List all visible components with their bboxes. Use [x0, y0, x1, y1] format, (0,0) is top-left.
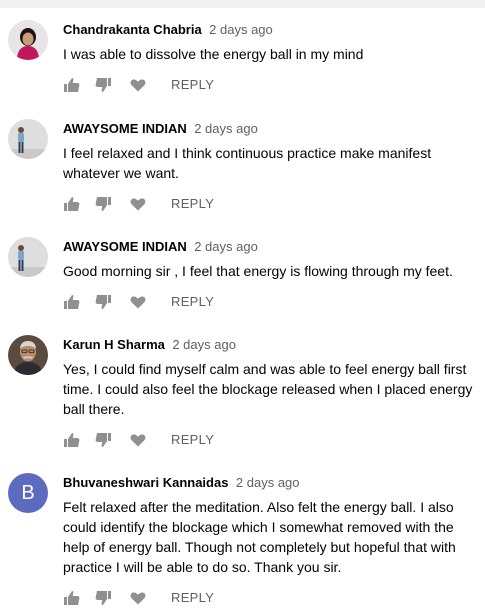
- thumbs-down-icon[interactable]: [94, 589, 112, 607]
- comment-author[interactable]: Bhuvaneshwari Kannaidas: [63, 475, 228, 490]
- comment-actions: REPLY: [63, 589, 363, 607]
- thumbs-up-icon[interactable]: [63, 76, 81, 94]
- thumbs-up-icon[interactable]: [63, 589, 81, 607]
- comment-actions: REPLY: [63, 195, 363, 213]
- thumbs-down-icon[interactable]: [94, 431, 112, 449]
- comment-author[interactable]: AWAYSOME INDIAN: [63, 121, 187, 136]
- comment-time[interactable]: 2 days ago: [236, 475, 300, 490]
- avatar[interactable]: [8, 20, 48, 60]
- reply-button[interactable]: REPLY: [171, 294, 214, 309]
- comment-text: I feel relaxed and I think continuous pr…: [63, 145, 432, 181]
- comments-section: Chandrakanta Chabria 2 days ago I was ab…: [0, 8, 485, 612]
- heart-icon[interactable]: [129, 76, 147, 94]
- avatar[interactable]: B: [8, 473, 48, 513]
- comment-author[interactable]: AWAYSOME INDIAN: [63, 239, 187, 254]
- comment-text: I was able to dissolve the energy ball i…: [63, 46, 364, 62]
- thumbs-up-icon[interactable]: [63, 431, 81, 449]
- avatar[interactable]: [8, 119, 48, 159]
- thumbs-up-icon[interactable]: [63, 293, 81, 311]
- comment-time[interactable]: 2 days ago: [209, 22, 273, 37]
- thumbs-down-icon[interactable]: [94, 76, 112, 94]
- avatar[interactable]: [8, 237, 48, 277]
- comment-author[interactable]: Chandrakanta Chabria: [63, 22, 202, 37]
- heart-icon[interactable]: [129, 589, 147, 607]
- reply-button[interactable]: REPLY: [171, 77, 214, 92]
- reply-button[interactable]: REPLY: [171, 590, 214, 605]
- reply-button[interactable]: REPLY: [171, 432, 214, 447]
- heart-icon[interactable]: [129, 195, 147, 213]
- comment-text: Yes, I could find myself calm and was ab…: [63, 361, 473, 417]
- comment-time[interactable]: 2 days ago: [194, 121, 258, 136]
- comment-author[interactable]: Karun H Sharma: [63, 337, 165, 352]
- comment-time[interactable]: 2 days ago: [172, 337, 236, 352]
- comment-actions: REPLY: [63, 431, 363, 449]
- comment-actions: REPLY: [63, 293, 363, 311]
- reply-button[interactable]: REPLY: [171, 196, 214, 211]
- heart-icon[interactable]: [129, 293, 147, 311]
- comment-actions: REPLY: [63, 76, 363, 94]
- avatar[interactable]: [8, 335, 48, 375]
- thumbs-down-icon[interactable]: [94, 293, 112, 311]
- comment-time[interactable]: 2 days ago: [194, 239, 258, 254]
- thumbs-up-icon[interactable]: [63, 195, 81, 213]
- comment-text: Felt relaxed after the meditation. Also …: [63, 499, 456, 575]
- comment-text: Good morning sir , I feel that energy is…: [63, 263, 453, 279]
- thumbs-down-icon[interactable]: [94, 195, 112, 213]
- heart-icon[interactable]: [129, 431, 147, 449]
